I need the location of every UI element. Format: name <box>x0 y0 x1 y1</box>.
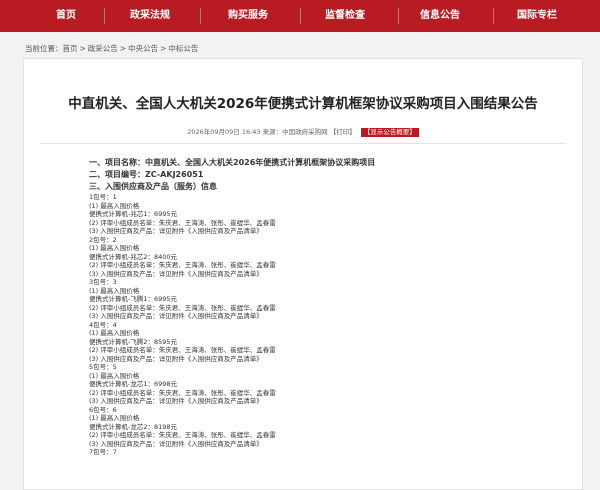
body-line: (3) 入围供应商及产品：详见附件《入围供应商及产品清单》 <box>89 354 263 363</box>
body-line: (3) 入围供应商及产品：详见附件《入围供应商及产品清单》 <box>89 312 263 320</box>
nav-item-supervision[interactable]: 监督检查 <box>310 0 380 32</box>
article-source: 来源：中国政府采购网 <box>262 128 328 136</box>
body-line: (1) 最高入围价格 <box>89 329 140 337</box>
body-line: 便携式计算机-龙芯2：8198元 <box>89 422 178 431</box>
body-line: (2) 评审小组成员名单：朱庆君、王海涛、张彤、崔缇华、孟春雷 <box>89 261 276 269</box>
nav-divider <box>398 8 399 24</box>
breadcrumb-separator: > <box>79 44 86 53</box>
body-line: (3) 入围供应商及产品：详见附件《入围供应商及产品清单》 <box>89 269 263 278</box>
body-line: (3) 入围供应商及产品：详见附件《入围供应商及产品清单》 <box>89 397 263 405</box>
breadcrumb-award-notices[interactable]: 中标公告 <box>168 44 198 53</box>
nav-divider <box>493 8 494 24</box>
breadcrumb-separator: > <box>119 44 127 53</box>
body-line: (1) 最高入围价格 <box>89 414 140 422</box>
top-nav-bar: 首页 政采法规 购买服务 监督检查 信息公告 国际专栏 <box>0 0 600 32</box>
nav-divider <box>200 8 201 24</box>
body-line: 1包号：1 <box>89 193 117 201</box>
body-line: 便携式计算机-兆芯1：6995元 <box>89 210 178 218</box>
breadcrumb-home[interactable]: 首页 <box>63 44 78 53</box>
section-supplier-info: 三、入围供应商及产品（服务）信息 <box>89 182 217 191</box>
body-line: 2包号：2 <box>89 235 117 244</box>
body-line: (2) 评审小组成员名单：朱庆君、王海涛、张彤、崔缇华、孟春雷 <box>89 346 276 354</box>
body-line: 6包号：6 <box>89 405 117 414</box>
body-line: 5包号：5 <box>89 363 117 371</box>
body-line: 便携式计算机-飞腾1：6995元 <box>89 295 178 303</box>
section-project-name: 一、项目名称：中直机关、全国人大机关2026年便携式计算机框架协议采购项目 <box>89 158 376 167</box>
show-summary-button[interactable]: 【显示公告概要】 <box>360 128 419 137</box>
breadcrumb: 当前位置：首页 > 政采公告 > 中央公告 > 中标公告 <box>25 43 198 54</box>
body-line: 便携式计算机-飞腾2：8595元 <box>89 337 178 346</box>
body-line: (2) 评审小组成员名单：朱庆君、王海涛、张彤、崔缇华、孟春雷 <box>89 431 276 439</box>
body-line: (2) 评审小组成员名单：朱庆君、王海涛、张彤、崔缇华、孟春雷 <box>89 388 276 397</box>
body-line: 4包号：4 <box>89 320 117 329</box>
nav-item-regulations[interactable]: 政采法规 <box>115 0 185 32</box>
body-line: 7包号：7 <box>89 448 117 456</box>
nav-item-purchase-services[interactable]: 购买服务 <box>213 0 283 32</box>
print-link[interactable]: 【打印】 <box>330 128 356 136</box>
body-line: (1) 最高入围价格 <box>89 201 140 210</box>
article-title: 中直机关、全国人大机关2026年便携式计算机框架协议采购项目入围结果公告 <box>68 96 538 112</box>
body-line: (2) 评审小组成员名单：朱庆君、王海涛、张彤、崔缇华、孟春雷 <box>89 218 276 227</box>
article-panel: 中直机关、全国人大机关2026年便携式计算机框架协议采购项目入围结果公告 202… <box>23 58 583 490</box>
body-line: (3) 入围供应商及产品：详见附件《入围供应商及产品清单》 <box>89 439 263 448</box>
nav-item-home[interactable]: 首页 <box>38 0 94 32</box>
publish-date: 2026年09月09日 16:43 <box>187 128 261 136</box>
breadcrumb-procurement-notices[interactable]: 政采公告 <box>88 44 118 53</box>
body-line: (1) 最高入围价格 <box>89 371 140 380</box>
body-line: 便携式计算机-龙芯1：6998元 <box>89 380 178 388</box>
title-divider <box>40 143 566 144</box>
nav-item-international[interactable]: 国际专栏 <box>502 0 572 32</box>
section-project-number: 二、项目编号：ZC-AKJ26051 <box>89 170 204 179</box>
breadcrumb-separator: > <box>160 44 167 53</box>
body-line: (3) 入围供应商及产品：详见附件《入围供应商及产品清单》 <box>89 227 263 235</box>
body-line: (1) 最高入围价格 <box>89 244 140 252</box>
body-line: (1) 最高入围价格 <box>89 286 140 295</box>
body-line: (2) 评审小组成员名单：朱庆君、王海涛、张彤、崔缇华、孟春雷 <box>89 303 276 312</box>
article-body: 1包号：1 (1) 最高入围价格 便携式计算机-兆芯1：6995元 (2) 评审… <box>89 193 559 457</box>
nav-divider <box>300 8 301 24</box>
body-line: 3包号：3 <box>89 278 117 286</box>
breadcrumb-prefix: 当前位置： <box>25 44 63 53</box>
breadcrumb-central-notices[interactable]: 中央公告 <box>128 44 158 53</box>
nav-divider <box>104 8 105 24</box>
nav-item-announcements[interactable]: 信息公告 <box>405 0 475 32</box>
body-line: 便携式计算机-兆芯2：8400元 <box>89 252 178 261</box>
article-meta: 2026年09月09日 16:43 来源：中国政府采购网 【打印】 【显示公告概… <box>24 126 582 137</box>
